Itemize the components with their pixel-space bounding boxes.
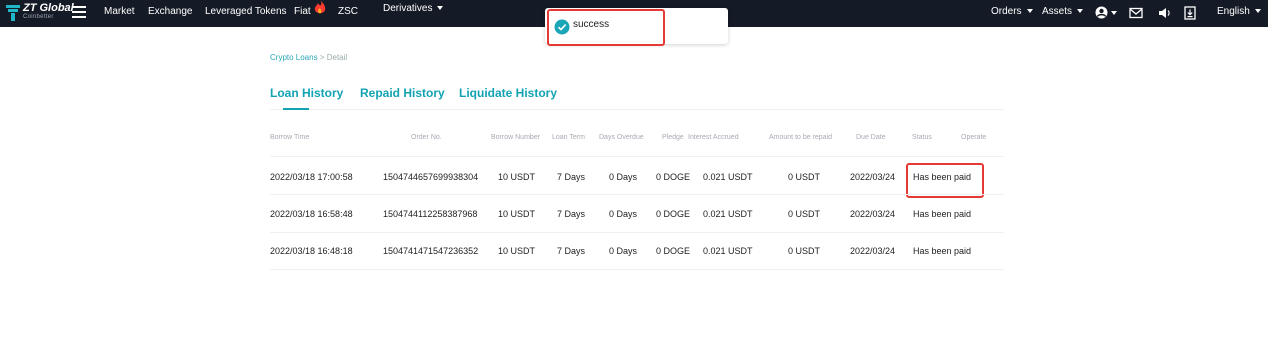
cell-interest-accrued: 0.021 USDT [703, 246, 753, 256]
row-divider [270, 194, 1004, 195]
account-icon [1095, 6, 1108, 19]
download-icon[interactable] [1183, 6, 1197, 20]
language-label: English [1217, 6, 1250, 17]
cell-days-overdue: 0 Days [609, 172, 638, 182]
success-toast: success [545, 8, 728, 44]
cell-status: Has been paid [913, 246, 972, 256]
cell-loan-term: 7 Days [557, 172, 586, 182]
chevron-down-icon [1111, 11, 1117, 15]
row-divider [270, 269, 1004, 270]
menu-icon[interactable] [72, 6, 86, 20]
col-days-overdue: Days Overdue [599, 134, 644, 141]
chevron-down-icon [1077, 9, 1084, 14]
nav-zsc[interactable]: ZSC [338, 0, 358, 27]
tab-repaid-history[interactable]: Repaid History [360, 86, 445, 100]
logo[interactable]: ZT Global Coinbetter [6, 2, 74, 24]
cell-borrow-time: 2022/03/18 16:48:18 [270, 246, 353, 256]
breadcrumb-crypto-loans[interactable]: Crypto Loans [270, 53, 318, 62]
cell-status: Has been paid [913, 172, 972, 182]
flame-icon [314, 0, 326, 14]
col-borrow-time: Borrow Time [270, 134, 310, 141]
cell-loan-term: 7 Days [557, 246, 586, 256]
breadcrumb-current: Detail [326, 53, 348, 62]
cell-borrow-number: 10 USDT [498, 246, 536, 256]
cell-amount-to-be-repaid: 0 USDT [788, 246, 821, 256]
nav-exchange[interactable]: Exchange [148, 0, 192, 27]
logo-subtitle: Coinbetter [23, 14, 54, 20]
cell-order-no: 1504744657699938304 [383, 172, 479, 182]
cell-pledge: 0 DOGE [656, 246, 691, 256]
cell-status: Has been paid [913, 209, 972, 219]
history-tabs: Loan History Repaid History Liquidate Hi… [270, 84, 1004, 110]
nav-orders[interactable]: Orders [991, 0, 1033, 27]
nav-assets[interactable]: Assets [1042, 0, 1084, 27]
speaker-icon[interactable] [1158, 6, 1172, 20]
logo-mark-icon [6, 5, 20, 21]
col-loan-term: Loan Term [552, 134, 585, 141]
cell-borrow-number: 10 USDT [498, 209, 536, 219]
cell-due-date: 2022/03/24 [850, 172, 896, 182]
chevron-down-icon [1254, 9, 1261, 14]
cell-interest-accrued: 0.021 USDT [703, 172, 753, 182]
tab-loan-history[interactable]: Loan History [270, 86, 343, 100]
check-circle-icon [554, 19, 570, 35]
nav-leveraged-tokens[interactable]: Leveraged Tokens [205, 0, 287, 27]
cell-due-date: 2022/03/24 [850, 209, 896, 219]
account-menu[interactable] [1095, 6, 1119, 20]
nav-derivatives[interactable]: Derivatives [383, 0, 444, 27]
cell-amount-to-be-repaid: 0 USDT [788, 172, 821, 182]
nav-market[interactable]: Market [104, 0, 135, 27]
cell-order-no: 1504741471547236352 [383, 246, 479, 256]
toast-message: success [573, 19, 610, 30]
cell-order-no: 1504744112258387968 [383, 209, 478, 219]
col-due-date: Due Date [856, 134, 886, 141]
logo-title: ZT Global [23, 2, 74, 14]
nav-fiat[interactable]: Fiat [294, 0, 311, 27]
tab-liquidate-history[interactable]: Liquidate History [459, 86, 557, 100]
chevron-down-icon [1026, 9, 1033, 14]
nav-assets-label: Assets [1042, 6, 1073, 17]
col-borrow-number: Borrow Number [491, 134, 541, 141]
chevron-down-icon [437, 6, 444, 11]
cell-borrow-time: 2022/03/18 17:00:58 [270, 172, 353, 182]
breadcrumb-separator: > [319, 53, 325, 62]
col-pledge: Pledge [662, 134, 684, 141]
col-interest-accrued: Interest Accrued [688, 134, 739, 141]
mail-icon[interactable] [1129, 6, 1143, 20]
col-amount-to-be-repaid: Amount to be repaid [769, 134, 833, 141]
nav-orders-label: Orders [991, 6, 1022, 17]
cell-interest-accrued: 0.021 USDT [703, 209, 753, 219]
cell-due-date: 2022/03/24 [850, 246, 896, 256]
row-divider [270, 232, 1004, 233]
cell-pledge: 0 DOGE [656, 209, 691, 219]
col-status: Status [912, 134, 932, 141]
cell-pledge: 0 DOGE [656, 172, 691, 182]
cell-loan-term: 7 Days [557, 209, 586, 219]
language-selector[interactable]: English [1217, 0, 1261, 27]
cell-amount-to-be-repaid: 0 USDT [788, 209, 821, 219]
cell-days-overdue: 0 Days [609, 246, 638, 256]
header-divider [270, 156, 1004, 157]
cell-borrow-time: 2022/03/18 16:58:48 [270, 209, 353, 219]
cell-days-overdue: 0 Days [609, 209, 638, 219]
col-operate: Operate [961, 134, 987, 141]
cell-borrow-number: 10 USDT [498, 172, 536, 182]
active-tab-indicator [283, 108, 309, 110]
nav-derivatives-label: Derivatives [383, 3, 433, 14]
col-order-no: Order No. [411, 134, 442, 141]
breadcrumb: Crypto Loans > Detail [270, 53, 347, 62]
